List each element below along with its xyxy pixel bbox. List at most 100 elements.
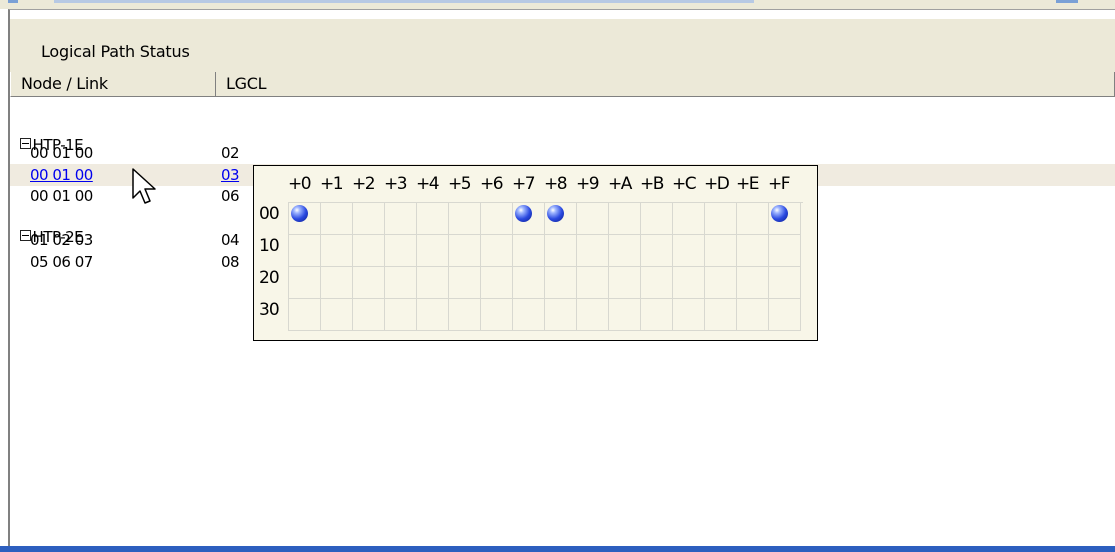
grid-cell[interactable]	[705, 299, 737, 331]
grid-cell[interactable]	[289, 235, 321, 267]
grid-cell[interactable]	[641, 267, 673, 299]
tree-row-lgcl: 04	[221, 231, 240, 249]
grid-col-label: +B	[640, 174, 664, 194]
grid-cell[interactable]	[641, 235, 673, 267]
grid-cell[interactable]	[481, 267, 513, 299]
grid-col-label: +7	[512, 174, 536, 194]
grid-col-label: +9	[576, 174, 600, 194]
grid-cell[interactable]	[449, 235, 481, 267]
grid-cell[interactable]	[705, 203, 737, 235]
grid-cell[interactable]	[353, 299, 385, 331]
grid-cell[interactable]	[449, 203, 481, 235]
grid-col-label: +0	[288, 174, 312, 194]
grid-cell[interactable]	[705, 235, 737, 267]
grid-cell[interactable]	[353, 203, 385, 235]
grid-col-label: +1	[320, 174, 344, 194]
grid-cell[interactable]	[737, 299, 769, 331]
blue-sphere-icon[interactable]	[515, 205, 532, 222]
grid-cell[interactable]	[609, 235, 641, 267]
grid-cell[interactable]	[769, 299, 801, 331]
collapse-toggle-icon[interactable]	[19, 138, 31, 149]
grid-row-label: 30	[259, 300, 280, 320]
window-top-strip	[0, 0, 1115, 9]
grid-cell[interactable]	[641, 299, 673, 331]
grid-cell[interactable]	[385, 235, 417, 267]
lgcl-grid	[288, 202, 803, 331]
grid-cell[interactable]	[321, 203, 353, 235]
grid-cell[interactable]	[673, 267, 705, 299]
tree-row-lgcl: 02	[221, 144, 240, 162]
grid-cell[interactable]	[289, 267, 321, 299]
grid-cell[interactable]	[321, 235, 353, 267]
grid-cell[interactable]	[417, 299, 449, 331]
tree-row-link[interactable]: 05 06 07	[30, 252, 93, 272]
grid-cell[interactable]	[577, 203, 609, 235]
grid-cell[interactable]	[769, 267, 801, 299]
grid-cell[interactable]	[545, 267, 577, 299]
grid-cell[interactable]	[641, 203, 673, 235]
collapse-toggle-icon[interactable]	[19, 230, 31, 241]
grid-col-label: +C	[672, 174, 697, 194]
grid-cell[interactable]	[673, 203, 705, 235]
grid-cell[interactable]	[449, 299, 481, 331]
grid-cell[interactable]	[673, 299, 705, 331]
blue-sphere-icon[interactable]	[771, 205, 788, 222]
grid-cell[interactable]	[321, 299, 353, 331]
top-scroll-strip	[54, 0, 754, 3]
tree-row-link[interactable]: 00 01 00	[30, 186, 93, 206]
grid-cell[interactable]	[481, 299, 513, 331]
grid-cell[interactable]	[705, 267, 737, 299]
grid-cell[interactable]	[481, 203, 513, 235]
blue-sphere-icon[interactable]	[547, 205, 564, 222]
column-header-lgcl[interactable]: LGCL	[216, 72, 1115, 97]
grid-col-label: +E	[736, 174, 760, 194]
grid-cell[interactable]	[545, 299, 577, 331]
grid-cell[interactable]	[353, 267, 385, 299]
grid-cell[interactable]	[737, 203, 769, 235]
grid-cell[interactable]	[513, 299, 545, 331]
grid-cell[interactable]	[417, 235, 449, 267]
column-header-node-link[interactable]: Node / Link	[10, 72, 216, 97]
grid-cell[interactable]	[577, 235, 609, 267]
grid-cell[interactable]	[577, 299, 609, 331]
tree-row-lgcl: 08	[221, 253, 240, 271]
grid-cell[interactable]	[449, 267, 481, 299]
grid-cell[interactable]	[513, 235, 545, 267]
tree-row-lgcl-link-selected[interactable]: 03	[221, 165, 240, 185]
grid-cell[interactable]	[545, 235, 577, 267]
grid-cell[interactable]	[737, 235, 769, 267]
tree-row-link[interactable]: 00 01 00	[30, 143, 93, 163]
grid-cell[interactable]	[609, 203, 641, 235]
grid-cell[interactable]	[513, 267, 545, 299]
grid-cell[interactable]	[481, 235, 513, 267]
grid-col-label: +3	[384, 174, 408, 194]
grid-cell[interactable]	[321, 267, 353, 299]
grid-col-label: +6	[480, 174, 504, 194]
grid-col-label: +4	[416, 174, 440, 194]
top-strip-left-edge	[8, 0, 18, 3]
grid-cell[interactable]	[737, 267, 769, 299]
grid-cell[interactable]	[417, 203, 449, 235]
grid-cell[interactable]	[385, 299, 417, 331]
blue-sphere-icon[interactable]	[291, 205, 308, 222]
panel-title: Logical Path Status	[41, 42, 190, 61]
grid-row-label: 00	[259, 204, 280, 224]
grid-cell[interactable]	[577, 267, 609, 299]
grid-cell[interactable]	[609, 299, 641, 331]
grid-cell[interactable]	[769, 235, 801, 267]
tree-row-link[interactable]: 01 02 03	[30, 230, 93, 250]
grid-cell[interactable]	[353, 235, 385, 267]
grid-col-label: +8	[544, 174, 568, 194]
grid-row-label: 10	[259, 236, 280, 256]
tree-row-link-selected[interactable]: 00 01 00	[30, 165, 93, 185]
grid-cell[interactable]	[385, 203, 417, 235]
mouse-pointer-icon	[132, 168, 156, 204]
grid-row-label: 20	[259, 268, 280, 288]
grid-cell[interactable]	[289, 299, 321, 331]
grid-cell[interactable]	[385, 267, 417, 299]
grid-col-label: +F	[768, 174, 791, 194]
grid-cell[interactable]	[609, 267, 641, 299]
grid-cell[interactable]	[673, 235, 705, 267]
grid-col-label: +D	[704, 174, 730, 194]
grid-cell[interactable]	[417, 267, 449, 299]
